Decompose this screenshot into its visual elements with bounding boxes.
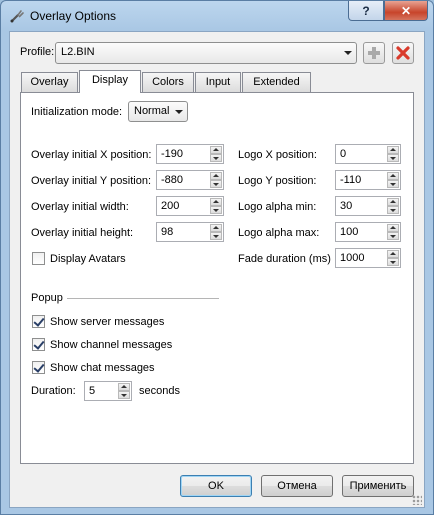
logo-x-label: Logo X position:	[238, 149, 317, 161]
close-button[interactable]: ✕	[384, 1, 428, 21]
show-server-messages-label[interactable]: Show server messages	[50, 316, 164, 328]
tab-colors[interactable]: Colors	[142, 72, 194, 92]
overlay-options-window: Overlay Options ? ✕ Profile: L2.BIN Over…	[0, 0, 434, 515]
popup-divider	[67, 298, 219, 299]
tab-display[interactable]: Display	[79, 70, 141, 93]
spin-down-icon[interactable]	[387, 232, 399, 240]
chevron-down-icon	[344, 51, 352, 55]
init-mode-select[interactable]: Normal	[128, 101, 188, 122]
logo-alpha-max-label: Logo alpha max:	[238, 227, 320, 239]
spin-up-icon[interactable]	[387, 172, 399, 180]
tab-overlay[interactable]: Overlay	[21, 72, 78, 92]
overlay-x-spinbox[interactable]: -190	[156, 144, 224, 164]
spin-up-icon[interactable]	[210, 146, 222, 154]
display-avatars-checkbox[interactable]	[32, 252, 45, 265]
fade-duration-value: 1000	[340, 252, 365, 264]
spin-down-icon[interactable]	[210, 232, 222, 240]
init-mode-label: Initialization mode:	[31, 106, 123, 118]
logo-alpha-min-value: 30	[340, 200, 353, 212]
profile-value: L2.BIN	[61, 46, 95, 58]
overlay-width-value: 200	[161, 200, 180, 212]
spin-down-icon[interactable]	[210, 154, 222, 162]
overlay-x-value: -190	[161, 148, 184, 160]
spin-up-icon[interactable]	[118, 383, 130, 391]
apply-button[interactable]: Применить	[342, 475, 414, 497]
overlay-height-label: Overlay initial height:	[31, 227, 134, 239]
duration-unit: seconds	[139, 385, 180, 397]
spin-up-icon[interactable]	[210, 198, 222, 206]
help-button[interactable]: ?	[348, 1, 384, 21]
spin-up-icon[interactable]	[210, 224, 222, 232]
spin-up-icon[interactable]	[387, 250, 399, 258]
logo-alpha-min-spinbox[interactable]: 30	[335, 196, 401, 216]
overlay-y-value: -880	[161, 174, 184, 186]
profile-combo[interactable]: L2.BIN	[55, 42, 357, 64]
fade-duration-label: Fade duration (ms)	[238, 253, 331, 265]
spin-down-icon[interactable]	[387, 180, 399, 188]
logo-alpha-max-spinbox[interactable]: 100	[335, 222, 401, 242]
overlay-height-value: 98	[161, 226, 174, 238]
spin-up-icon[interactable]	[387, 146, 399, 154]
overlay-y-label: Overlay initial Y position:	[31, 175, 152, 187]
ok-button[interactable]: OK	[180, 475, 252, 497]
show-channel-messages-checkbox[interactable]	[32, 338, 45, 351]
spin-up-icon[interactable]	[387, 224, 399, 232]
overlay-y-spinbox[interactable]: -880	[156, 170, 224, 190]
logo-x-spinbox[interactable]: 0	[335, 144, 401, 164]
spin-down-icon[interactable]	[387, 206, 399, 214]
show-chat-messages-checkbox[interactable]	[32, 361, 45, 374]
overlay-width-label: Overlay initial width:	[31, 201, 129, 213]
spin-up-icon[interactable]	[210, 172, 222, 180]
show-server-messages-checkbox[interactable]	[32, 315, 45, 328]
spin-down-icon[interactable]	[210, 180, 222, 188]
duration-label: Duration:	[31, 385, 76, 397]
overlay-height-spinbox[interactable]: 98	[156, 222, 224, 242]
profile-label: Profile:	[20, 46, 55, 58]
overlay-width-spinbox[interactable]: 200	[156, 196, 224, 216]
tab-input[interactable]: Input	[195, 72, 241, 92]
overlay-x-label: Overlay initial X position:	[31, 149, 152, 161]
resize-grip[interactable]	[412, 495, 422, 505]
show-channel-messages-label[interactable]: Show channel messages	[50, 339, 172, 351]
plus-icon	[368, 47, 380, 59]
dialog-client-area: Profile: L2.BIN Overlay Display Colors I…	[9, 31, 425, 508]
duration-value: 5	[89, 385, 96, 397]
display-avatars-label[interactable]: Display Avatars	[50, 253, 126, 265]
spin-up-icon[interactable]	[387, 198, 399, 206]
delete-profile-button[interactable]	[392, 42, 414, 64]
popup-heading: Popup	[31, 292, 63, 304]
logo-y-spinbox[interactable]: -110	[335, 170, 401, 190]
fade-duration-spinbox[interactable]: 1000	[335, 248, 401, 268]
chevron-down-icon	[175, 109, 183, 114]
duration-spinbox[interactable]: 5	[84, 381, 132, 401]
wrench-icon	[10, 10, 24, 23]
spin-down-icon[interactable]	[210, 206, 222, 214]
window-title: Overlay Options	[30, 9, 117, 23]
logo-alpha-max-value: 100	[340, 226, 359, 238]
show-chat-messages-label[interactable]: Show chat messages	[50, 362, 155, 374]
logo-x-value: 0	[340, 148, 347, 160]
add-profile-button[interactable]	[363, 42, 385, 64]
spin-down-icon[interactable]	[387, 258, 399, 266]
logo-alpha-min-label: Logo alpha min:	[238, 201, 317, 213]
delete-icon	[396, 46, 410, 60]
title-bar[interactable]: Overlay Options ? ✕	[1, 1, 433, 31]
spin-down-icon[interactable]	[118, 391, 130, 399]
cancel-button[interactable]: Отмена	[261, 475, 333, 497]
spin-down-icon[interactable]	[387, 154, 399, 162]
logo-y-label: Logo Y position:	[238, 175, 317, 187]
logo-y-value: -110	[340, 174, 362, 186]
display-tab-panel: Initialization mode: Normal Overlay init…	[20, 92, 414, 464]
init-mode-value: Normal	[134, 105, 170, 117]
tab-extended[interactable]: Extended	[242, 72, 311, 92]
